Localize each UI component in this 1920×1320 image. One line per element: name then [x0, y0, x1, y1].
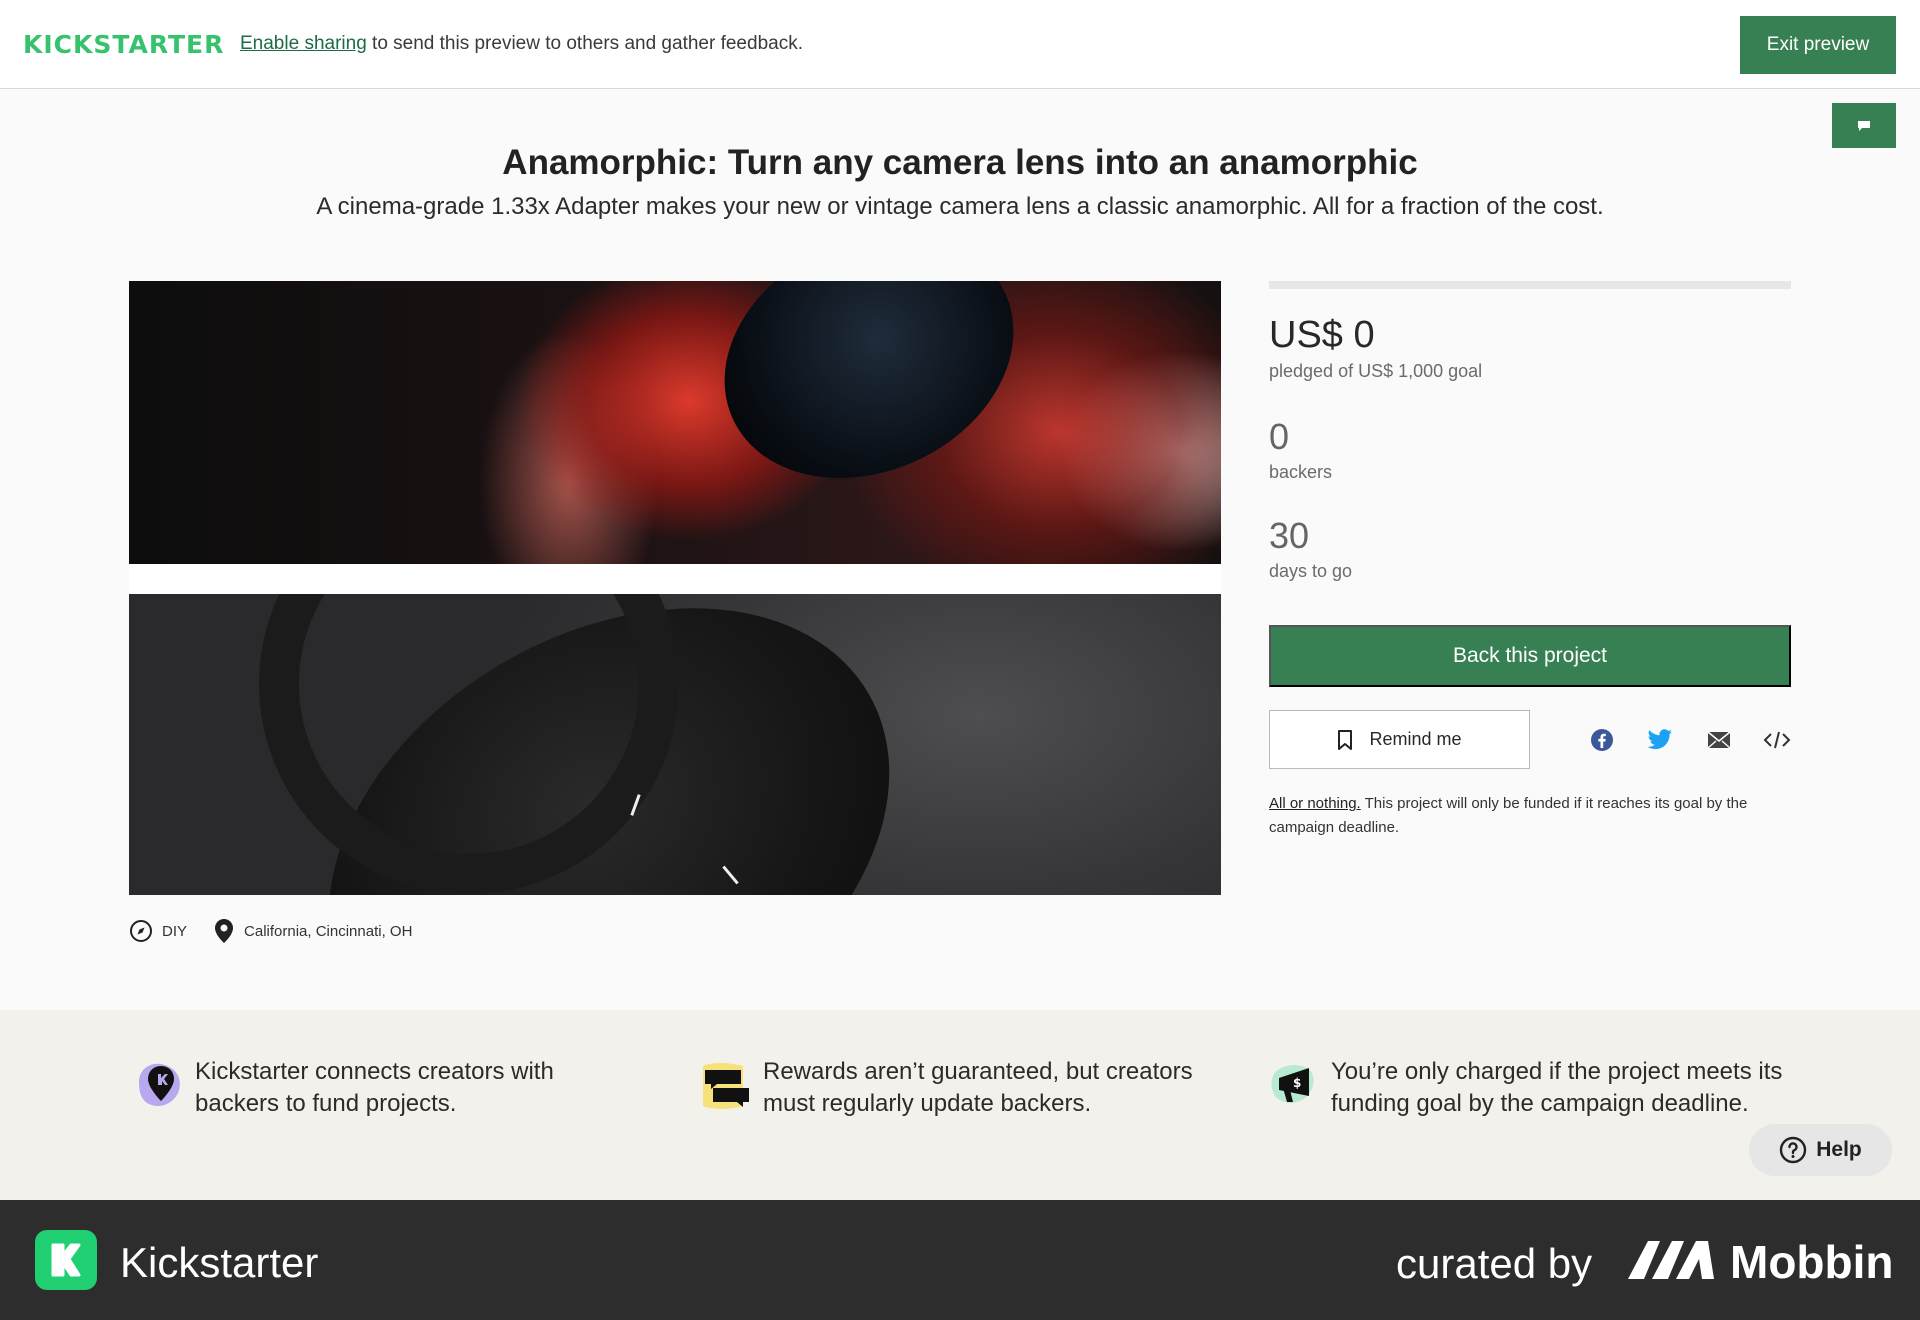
info-item: Rewards aren’t guaranteed, but creators … [699, 1056, 1229, 1120]
funding-progress-bar [1269, 281, 1791, 289]
days-count: 30 [1269, 515, 1310, 556]
money-megaphone-icon: $ [1271, 1065, 1314, 1103]
info-band: Kickstarter connects creators with backe… [0, 1010, 1920, 1200]
share-twitter[interactable] [1646, 726, 1674, 754]
pledged-goal-label: pledged of US$ 1,000 goal [1269, 361, 1483, 381]
location-tag[interactable]: California, Cincinnati, OH [213, 918, 412, 944]
comment-icon [1858, 120, 1870, 131]
email-icon [1707, 731, 1731, 749]
share-facebook[interactable] [1588, 726, 1616, 754]
remind-me-label: Remind me [1369, 729, 1462, 749]
preview-message: Enable sharing to send this preview to o… [240, 33, 803, 55]
backers-count: 0 [1269, 416, 1290, 457]
all-or-nothing-link[interactable]: All or nothing. [1269, 795, 1361, 812]
embed-icon [1763, 731, 1791, 749]
project-subtitle: A cinema-grade 1.33x Adapter makes your … [316, 193, 1604, 220]
remind-me-button[interactable]: Remind me [1269, 710, 1530, 769]
compass-icon [130, 920, 152, 942]
mobbin-brand: Mobbin [1730, 1236, 1894, 1288]
preview-message-text: to send this preview to others and gathe… [366, 33, 803, 54]
mobbin-logo-icon [1628, 1241, 1714, 1279]
pledged-amount: US$ 0 [1269, 314, 1375, 356]
project-title: Anamorphic: Turn any camera lens into an… [502, 143, 1418, 182]
enable-sharing-link[interactable]: Enable sharing [240, 33, 367, 54]
twitter-icon [1647, 729, 1672, 750]
svg-text:$: $ [1293, 1076, 1301, 1090]
info-text: Kickstarter connects creators with backe… [195, 1058, 554, 1117]
help-label: Help [1816, 1138, 1862, 1161]
share-email[interactable] [1705, 726, 1733, 754]
exit-preview-button[interactable]: Exit preview [1740, 16, 1896, 74]
footer-app-name: Kickstarter [120, 1239, 319, 1286]
question-circle-icon [1780, 1136, 1807, 1164]
facebook-icon [1591, 729, 1613, 751]
funding-stats: US$ 0 pledged of US$ 1,000 goal 0 backer… [1269, 281, 1791, 582]
info-item: Kickstarter connects creators with backe… [131, 1056, 631, 1120]
project-meta: DIY California, Cincinnati, OH [129, 918, 438, 944]
kickstarter-logo[interactable]: KICKSTARTER [23, 30, 224, 59]
chat-bubbles-icon [703, 1063, 749, 1109]
lens-closeup-image [129, 594, 1221, 895]
preview-bar: KICKSTARTER Enable sharing to send this … [0, 0, 1920, 89]
info-text: Rewards aren’t guaranteed, but creators … [763, 1058, 1193, 1117]
info-text: You’re only charged if the project meets… [1331, 1058, 1783, 1117]
days-label: days to go [1269, 561, 1353, 581]
feedback-button[interactable] [1832, 103, 1896, 148]
kickstarter-app-icon [35, 1230, 97, 1290]
category-label: DIY [162, 922, 188, 940]
backers-label: backers [1269, 462, 1333, 482]
location-label: California, Cincinnati, OH [244, 922, 413, 940]
category-tag[interactable]: DIY [129, 919, 187, 943]
all-or-nothing-note: All or nothing. This project will only b… [1269, 792, 1791, 840]
map-pin-blob-icon [139, 1063, 180, 1107]
help-button[interactable]: Help [1749, 1124, 1892, 1176]
curated-by-label: curated by [1396, 1240, 1593, 1287]
project-video[interactable] [129, 281, 1221, 895]
back-project-button[interactable]: Back this project [1269, 625, 1791, 687]
info-item: $ You’re only charged if the project mee… [1267, 1056, 1787, 1120]
location-pin-icon [215, 919, 234, 943]
lens-hand-image [129, 281, 1221, 564]
bookmark-icon [1338, 729, 1353, 750]
share-embed[interactable] [1763, 726, 1791, 754]
footer: Kickstarter curated by Mobbin [0, 1200, 1920, 1320]
